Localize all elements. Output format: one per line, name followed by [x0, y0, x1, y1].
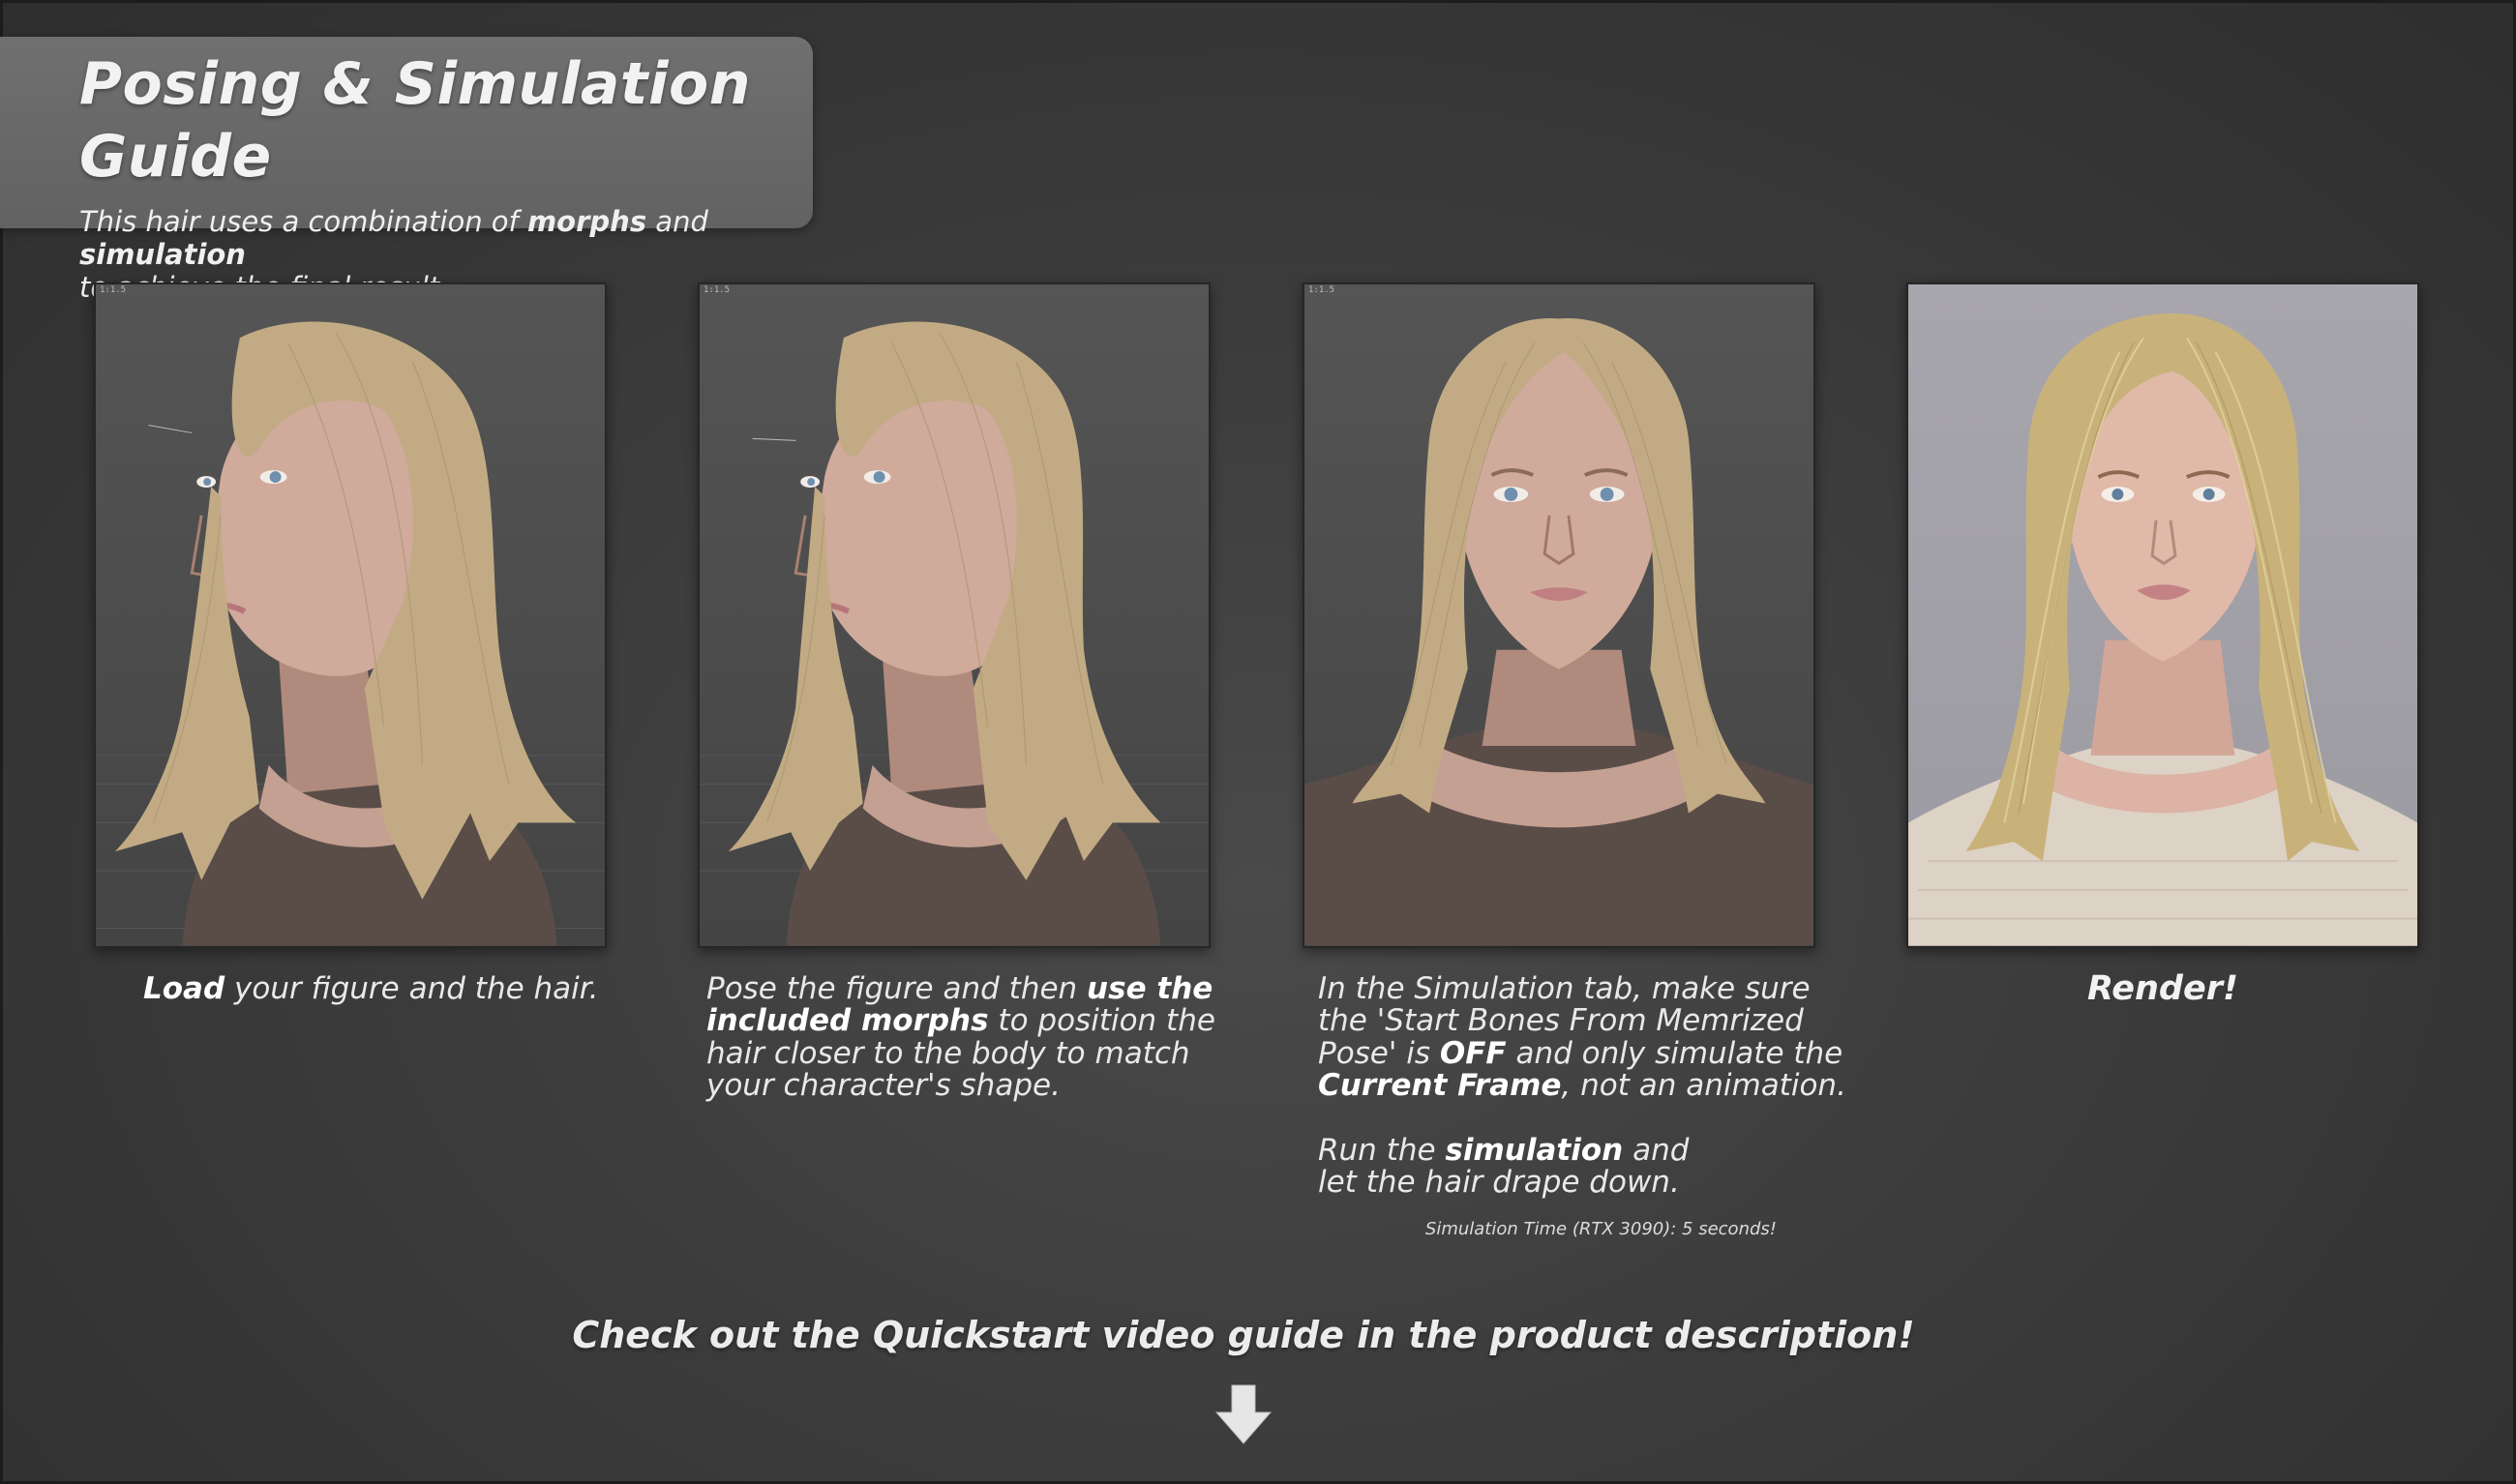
figure-illustration [1908, 313, 2417, 946]
figure-illustration [1304, 317, 1813, 946]
figure-illustration [96, 321, 605, 946]
step3-paragraph-1: In the Simulation tab, make sure the 'St… [1318, 971, 1846, 1104]
arrow-down-icon [1214, 1384, 1273, 1444]
step2-viewport-image: 1:1.5 [698, 282, 1211, 948]
step2-caption: Pose the figure and then use the include… [706, 971, 1215, 1104]
simulation-time-note: Simulation Time (RTX 3090): 5 seconds! [1424, 1219, 1777, 1239]
step4-render-image [1906, 282, 2419, 948]
step3-viewport-image: 1:1.5 [1303, 282, 1815, 948]
step1-caption: Load your figure and the hair. [143, 971, 599, 1006]
step3-caption: In the Simulation tab, make sure the 'St… [1318, 971, 1860, 1201]
step4-caption: Render! [2087, 969, 2238, 1008]
quickstart-callout: Check out the Quickstart video guide in … [572, 1314, 1915, 1356]
step3-paragraph-2: Run the simulation and let the hair drap… [1318, 1132, 1690, 1201]
figure-illustration [700, 321, 1209, 946]
step1-viewport-image: 1:1.5 [94, 282, 607, 948]
page-title: Posing & Simulation Guide [79, 50, 751, 191]
title-card: Posing & Simulation Guide This hair uses… [0, 37, 813, 304]
